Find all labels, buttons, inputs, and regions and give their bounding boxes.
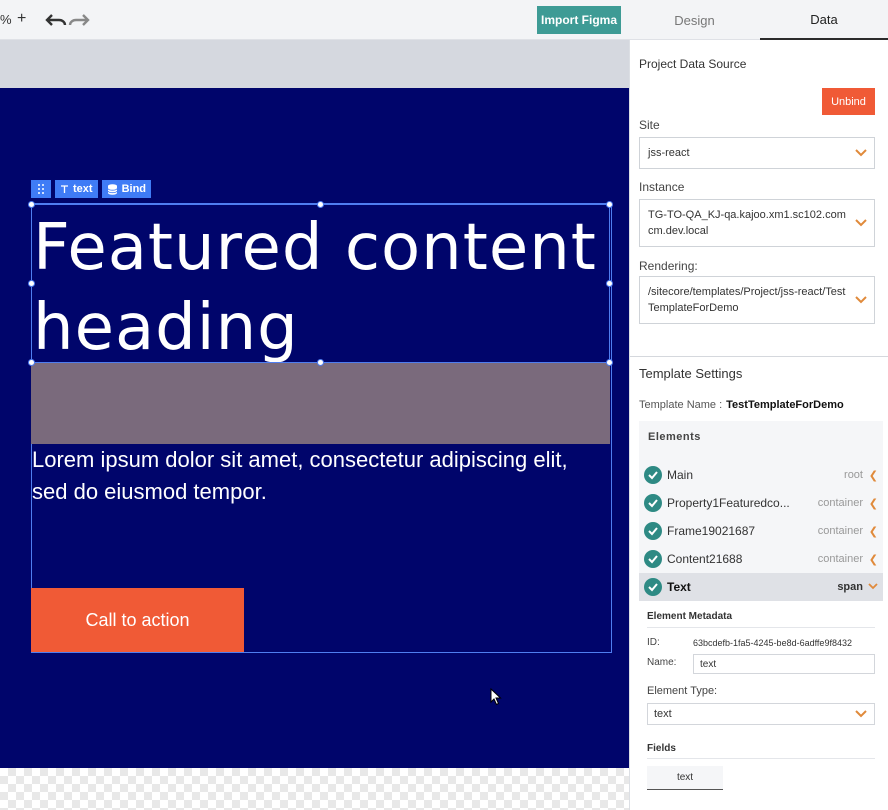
undo-icon[interactable] bbox=[45, 10, 67, 30]
tab-design[interactable]: Design bbox=[629, 0, 760, 40]
panel-divider bbox=[630, 356, 888, 357]
elements-tree: Elements Main root ❮ Property1Featuredco… bbox=[639, 421, 883, 810]
zoom-in-button[interactable]: + bbox=[17, 10, 26, 28]
instance-value: TG-TO-QA_KJ-qa.kajoo.xm1.sc102.comcm.dev… bbox=[648, 209, 846, 237]
site-value: jss-react bbox=[648, 147, 690, 159]
transparent-background bbox=[0, 768, 629, 810]
resize-handle[interactable] bbox=[28, 201, 35, 208]
element-name-input[interactable]: text bbox=[693, 654, 875, 674]
chevron-down-icon bbox=[855, 296, 867, 304]
check-circle-icon bbox=[644, 494, 662, 512]
template-settings-title: Template Settings bbox=[639, 366, 743, 381]
import-figma-button[interactable]: Import Figma bbox=[537, 6, 621, 34]
elements-header: Elements bbox=[648, 431, 701, 443]
instance-select[interactable]: TG-TO-QA_KJ-qa.kajoo.xm1.sc102.comcm.dev… bbox=[639, 199, 875, 247]
mouse-cursor-icon bbox=[490, 688, 502, 706]
resize-handle[interactable] bbox=[317, 359, 324, 366]
element-type: container bbox=[817, 525, 863, 537]
element-row-main[interactable]: Main root ❮ bbox=[639, 461, 883, 489]
fields-divider bbox=[647, 758, 875, 759]
fields-label: Fields bbox=[647, 743, 676, 754]
bind-button[interactable]: Bind bbox=[101, 180, 152, 198]
element-metadata: Element Metadata ID: 63bcdefb-1fa5-4245-… bbox=[639, 601, 883, 810]
metadata-title: Element Metadata bbox=[647, 611, 733, 622]
check-circle-icon bbox=[644, 550, 662, 568]
element-name: Content21688 bbox=[667, 552, 743, 566]
chevron-left-icon[interactable]: ❮ bbox=[869, 525, 878, 538]
resize-handle[interactable] bbox=[28, 359, 35, 366]
element-type-select[interactable]: text bbox=[647, 703, 875, 725]
chevron-left-icon[interactable]: ❮ bbox=[869, 469, 878, 482]
rendering-value: /sitecore/templates/Project/jss-react/Te… bbox=[648, 286, 846, 314]
element-name: Text bbox=[667, 580, 691, 594]
project-data-source-title: Project Data Source bbox=[639, 57, 747, 71]
body-paragraph[interactable]: Lorem ipsum dolor sit amet, consectetur … bbox=[32, 444, 602, 508]
metadata-divider bbox=[647, 627, 875, 628]
selected-element-outline bbox=[31, 204, 610, 363]
field-item[interactable]: text bbox=[647, 766, 723, 790]
element-type: container bbox=[817, 553, 863, 565]
site-label: Site bbox=[639, 118, 660, 132]
element-row-frame[interactable]: Frame19021687 container ❮ bbox=[639, 517, 883, 545]
element-type-value: text bbox=[654, 708, 672, 720]
chevron-left-icon[interactable]: ❮ bbox=[869, 497, 878, 510]
data-panel: Project Data Source Unbind Site jss-reac… bbox=[629, 40, 888, 810]
selection-toolbar: text Bind bbox=[31, 180, 152, 198]
resize-handle[interactable] bbox=[606, 359, 613, 366]
element-row-content[interactable]: Content21688 container ❮ bbox=[639, 545, 883, 573]
element-name: Frame19021687 bbox=[667, 524, 756, 538]
template-name: Template Name : TestTemplateForDemo bbox=[639, 399, 844, 411]
top-toolbar: % + Import Figma Design Data bbox=[0, 0, 888, 40]
chevron-down-icon[interactable] bbox=[868, 583, 878, 590]
zoom-level: % bbox=[0, 12, 12, 27]
element-name: Main bbox=[667, 468, 694, 482]
image-placeholder[interactable] bbox=[31, 363, 610, 444]
element-row-text[interactable]: Text span bbox=[639, 573, 883, 601]
element-type: container bbox=[817, 497, 863, 509]
unbind-button[interactable]: Unbind bbox=[822, 88, 875, 115]
text-type-icon bbox=[61, 184, 68, 193]
metadata-name-label: Name: bbox=[647, 657, 677, 668]
redo-icon[interactable] bbox=[68, 10, 90, 30]
element-row-property1[interactable]: Property1Featuredco... container ❮ bbox=[639, 489, 883, 517]
instance-label: Instance bbox=[639, 180, 685, 194]
element-type-label: Element Type: bbox=[647, 685, 718, 697]
element-type: root bbox=[844, 469, 863, 481]
element-type-badge[interactable]: text bbox=[55, 180, 98, 198]
element-name: Property1Featuredco... bbox=[667, 496, 790, 510]
check-circle-icon bbox=[644, 522, 662, 540]
rendering-select[interactable]: /sitecore/templates/Project/jss-react/Te… bbox=[639, 276, 875, 324]
bind-label: Bind bbox=[121, 183, 147, 195]
site-select[interactable]: jss-react bbox=[639, 137, 875, 169]
drag-handle-icon[interactable] bbox=[31, 180, 51, 198]
rendering-label: Rendering: bbox=[639, 259, 698, 273]
canvas-top-margin bbox=[0, 40, 629, 88]
metadata-id-value: 63bcdefb-1fa5-4245-be8d-6adffe9f8432 bbox=[693, 638, 852, 648]
metadata-id-label: ID: bbox=[647, 637, 660, 648]
element-type: span bbox=[837, 581, 863, 593]
check-circle-icon bbox=[644, 578, 662, 596]
resize-handle[interactable] bbox=[28, 280, 35, 287]
chevron-left-icon[interactable]: ❮ bbox=[869, 553, 878, 566]
chevron-down-icon bbox=[855, 710, 867, 718]
chevron-down-icon bbox=[855, 219, 867, 227]
chevron-down-icon bbox=[855, 149, 867, 157]
resize-handle[interactable] bbox=[606, 201, 613, 208]
design-canvas[interactable]: text Bind Featured content heading Lorem… bbox=[0, 88, 629, 768]
template-name-label: Template Name : bbox=[639, 399, 723, 411]
call-to-action-button[interactable]: Call to action bbox=[31, 588, 244, 652]
database-icon bbox=[107, 183, 117, 195]
tab-data[interactable]: Data bbox=[760, 0, 888, 40]
resize-handle[interactable] bbox=[317, 201, 324, 208]
template-name-value: TestTemplateForDemo bbox=[726, 399, 844, 411]
resize-handle[interactable] bbox=[606, 280, 613, 287]
element-type-label: text bbox=[73, 183, 93, 195]
check-circle-icon bbox=[644, 466, 662, 484]
